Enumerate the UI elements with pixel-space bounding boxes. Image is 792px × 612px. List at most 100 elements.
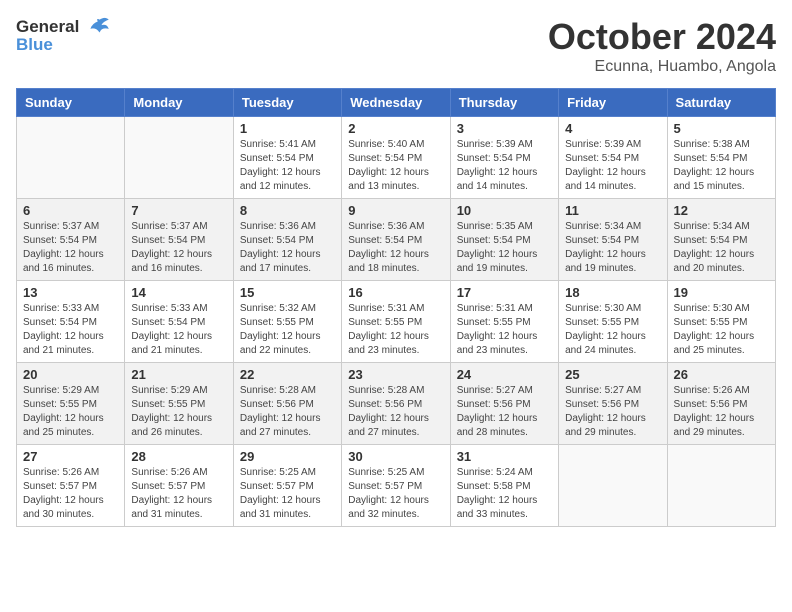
calendar-cell: 9 Sunrise: 5:36 AM Sunset: 5:54 PM Daylig…: [342, 199, 450, 281]
logo: General Blue: [16, 16, 103, 55]
calendar-cell: 22Sunrise: 5:28 AM Sunset: 5:56 PM Dayli…: [233, 363, 341, 445]
day-info: Sunrise: 5:36 AM Sunset: 5:54 PM Dayligh…: [240, 220, 335, 276]
logo-general: General: [16, 18, 79, 37]
day-info: Sunrise: 5:25 AM Sunset: 5:57 PM Dayligh…: [348, 466, 443, 522]
calendar-table: SundayMondayTuesdayWednesdayThursdayFrid…: [16, 88, 776, 527]
day-number: 7: [131, 203, 226, 218]
calendar-day-header: Sunday: [17, 89, 125, 117]
day-number: 19: [674, 285, 769, 300]
day-info: Sunrise: 5:35 AM Sunset: 5:54 PM Dayligh…: [457, 220, 552, 276]
calendar-cell: 7 Sunrise: 5:37 AM Sunset: 5:54 PM Daylig…: [125, 199, 233, 281]
day-number: 30: [348, 449, 443, 464]
calendar-cell: [17, 117, 125, 199]
day-number: 10: [457, 203, 552, 218]
day-number: 5: [674, 121, 769, 136]
day-info: Sunrise: 5:27 AM Sunset: 5:56 PM Dayligh…: [565, 384, 660, 440]
calendar-week-row: 13Sunrise: 5:33 AM Sunset: 5:54 PM Dayli…: [17, 281, 776, 363]
calendar-day-header: Friday: [559, 89, 667, 117]
day-number: 27: [23, 449, 118, 464]
calendar-header-row: SundayMondayTuesdayWednesdayThursdayFrid…: [17, 89, 776, 117]
calendar-cell: 3 Sunrise: 5:39 AM Sunset: 5:54 PM Daylig…: [450, 117, 558, 199]
calendar-cell: 1Sunrise: 5:41 AM Sunset: 5:54 PM Daylig…: [233, 117, 341, 199]
calendar-cell: 23 Sunrise: 5:28 AM Sunset: 5:56 PM Dayli…: [342, 363, 450, 445]
day-number: 11: [565, 203, 660, 218]
day-info: Sunrise: 5:37 AM Sunset: 5:54 PM Dayligh…: [23, 220, 118, 276]
day-number: 23: [348, 367, 443, 382]
subtitle: Ecunna, Huambo, Angola: [548, 58, 776, 76]
day-info: Sunrise: 5:30 AM Sunset: 5:55 PM Dayligh…: [565, 302, 660, 358]
calendar-cell: 31Sunrise: 5:24 AM Sunset: 5:58 PM Dayli…: [450, 445, 558, 527]
day-info: Sunrise: 5:27 AM Sunset: 5:56 PM Dayligh…: [457, 384, 552, 440]
calendar-cell: 29Sunrise: 5:25 AM Sunset: 5:57 PM Dayli…: [233, 445, 341, 527]
calendar-cell: 27Sunrise: 5:26 AM Sunset: 5:57 PM Dayli…: [17, 445, 125, 527]
day-number: 9: [348, 203, 443, 218]
day-info: Sunrise: 5:31 AM Sunset: 5:55 PM Dayligh…: [457, 302, 552, 358]
calendar-day-header: Thursday: [450, 89, 558, 117]
calendar-week-row: 27 Sunrise: 5:26 AM Sunset: 5:57 PM Dayli…: [17, 445, 776, 527]
day-number: 17: [457, 285, 552, 300]
day-info: Sunrise: 5:26 AM Sunset: 5:57 PM Dayligh…: [131, 466, 226, 522]
day-number: 14: [131, 285, 226, 300]
day-number: 8: [240, 203, 335, 218]
main-title: October 2024: [548, 16, 776, 58]
day-info: Sunrise: 5:33 AM Sunset: 5:54 PM Dayligh…: [131, 302, 226, 358]
day-info: Sunrise: 5:36 AM Sunset: 5:54 PM Dayligh…: [348, 220, 443, 276]
day-info: Sunrise: 5:39 AM Sunset: 5:54 PM Dayligh…: [565, 138, 660, 194]
calendar-day-header: Tuesday: [233, 89, 341, 117]
day-info: Sunrise: 5:32 AM Sunset: 5:55 PM Dayligh…: [240, 302, 335, 358]
calendar-cell: 21 Sunrise: 5:29 AM Sunset: 5:55 PM Dayli…: [125, 363, 233, 445]
calendar-cell: 20 Sunrise: 5:29 AM Sunset: 5:55 PM Dayli…: [17, 363, 125, 445]
calendar-week-row: 20 Sunrise: 5:29 AM Sunset: 5:55 PM Dayli…: [17, 363, 776, 445]
calendar-day-header: Wednesday: [342, 89, 450, 117]
calendar-cell: 24 Sunrise: 5:27 AM Sunset: 5:56 PM Dayli…: [450, 363, 558, 445]
day-info: Sunrise: 5:30 AM Sunset: 5:55 PM Dayligh…: [674, 302, 769, 358]
calendar-cell: 12Sunrise: 5:34 AM Sunset: 5:54 PM Dayli…: [667, 199, 775, 281]
day-info: Sunrise: 5:39 AM Sunset: 5:54 PM Dayligh…: [457, 138, 552, 194]
logo-blue: Blue: [16, 36, 53, 55]
calendar-week-row: 1Sunrise: 5:41 AM Sunset: 5:54 PM Daylig…: [17, 117, 776, 199]
calendar-cell: 26Sunrise: 5:26 AM Sunset: 5:56 PM Dayli…: [667, 363, 775, 445]
calendar-day-header: Monday: [125, 89, 233, 117]
logo-bird-icon: [81, 16, 103, 38]
title-block: October 2024 Ecunna, Huambo, Angola: [548, 16, 776, 76]
day-number: 1: [240, 121, 335, 136]
calendar-cell: 28 Sunrise: 5:26 AM Sunset: 5:57 PM Dayli…: [125, 445, 233, 527]
day-number: 15: [240, 285, 335, 300]
day-info: Sunrise: 5:31 AM Sunset: 5:55 PM Dayligh…: [348, 302, 443, 358]
day-info: Sunrise: 5:34 AM Sunset: 5:54 PM Dayligh…: [674, 220, 769, 276]
calendar-cell: 2 Sunrise: 5:40 AM Sunset: 5:54 PM Daylig…: [342, 117, 450, 199]
day-number: 21: [131, 367, 226, 382]
calendar-cell: 14 Sunrise: 5:33 AM Sunset: 5:54 PM Dayli…: [125, 281, 233, 363]
day-number: 20: [23, 367, 118, 382]
day-number: 3: [457, 121, 552, 136]
day-info: Sunrise: 5:40 AM Sunset: 5:54 PM Dayligh…: [348, 138, 443, 194]
day-info: Sunrise: 5:28 AM Sunset: 5:56 PM Dayligh…: [348, 384, 443, 440]
day-info: Sunrise: 5:34 AM Sunset: 5:54 PM Dayligh…: [565, 220, 660, 276]
day-info: Sunrise: 5:38 AM Sunset: 5:54 PM Dayligh…: [674, 138, 769, 194]
day-number: 25: [565, 367, 660, 382]
calendar-cell: 25 Sunrise: 5:27 AM Sunset: 5:56 PM Dayli…: [559, 363, 667, 445]
calendar-cell: 18 Sunrise: 5:30 AM Sunset: 5:55 PM Dayli…: [559, 281, 667, 363]
day-number: 6: [23, 203, 118, 218]
day-info: Sunrise: 5:29 AM Sunset: 5:55 PM Dayligh…: [131, 384, 226, 440]
day-info: Sunrise: 5:28 AM Sunset: 5:56 PM Dayligh…: [240, 384, 335, 440]
day-number: 24: [457, 367, 552, 382]
calendar-cell: 8 Sunrise: 5:36 AM Sunset: 5:54 PM Daylig…: [233, 199, 341, 281]
day-number: 2: [348, 121, 443, 136]
day-info: Sunrise: 5:33 AM Sunset: 5:54 PM Dayligh…: [23, 302, 118, 358]
page-header: General Blue October 2024 Ecunna, Huambo…: [16, 16, 776, 76]
calendar-cell: [559, 445, 667, 527]
calendar-cell: 5 Sunrise: 5:38 AM Sunset: 5:54 PM Daylig…: [667, 117, 775, 199]
calendar-cell: 17 Sunrise: 5:31 AM Sunset: 5:55 PM Dayli…: [450, 281, 558, 363]
day-info: Sunrise: 5:37 AM Sunset: 5:54 PM Dayligh…: [131, 220, 226, 276]
calendar-cell: 10 Sunrise: 5:35 AM Sunset: 5:54 PM Dayli…: [450, 199, 558, 281]
calendar-cell: 30 Sunrise: 5:25 AM Sunset: 5:57 PM Dayli…: [342, 445, 450, 527]
calendar-cell: 4Sunrise: 5:39 AM Sunset: 5:54 PM Daylig…: [559, 117, 667, 199]
day-number: 18: [565, 285, 660, 300]
day-info: Sunrise: 5:29 AM Sunset: 5:55 PM Dayligh…: [23, 384, 118, 440]
day-number: 28: [131, 449, 226, 464]
calendar-cell: 15 Sunrise: 5:32 AM Sunset: 5:55 PM Dayli…: [233, 281, 341, 363]
day-info: Sunrise: 5:24 AM Sunset: 5:58 PM Dayligh…: [457, 466, 552, 522]
day-number: 29: [240, 449, 335, 464]
calendar-cell: 6 Sunrise: 5:37 AM Sunset: 5:54 PM Daylig…: [17, 199, 125, 281]
